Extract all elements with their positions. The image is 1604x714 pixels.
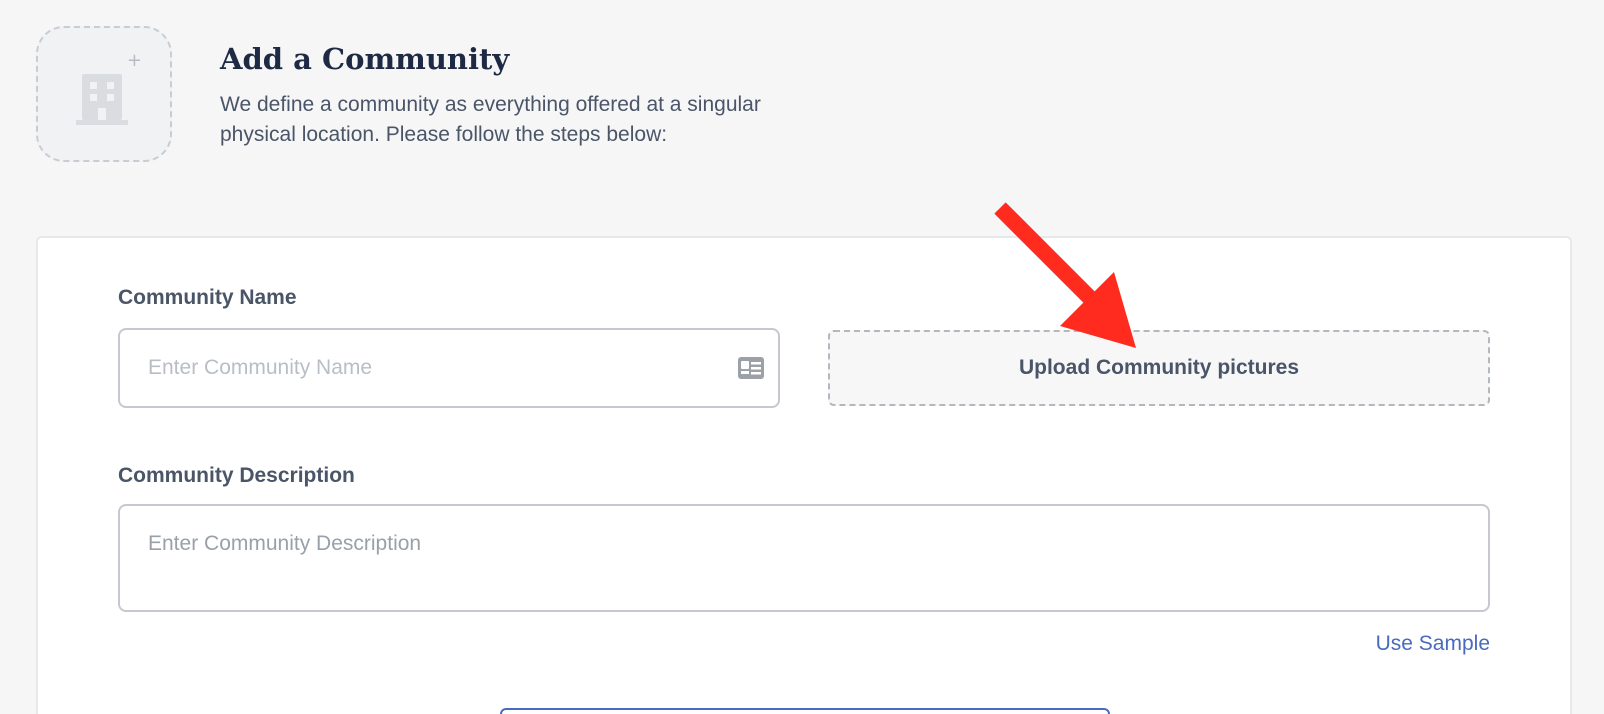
community-description-input[interactable] [120, 506, 1488, 610]
community-description-field[interactable] [118, 504, 1490, 612]
community-description-label: Community Description [118, 464, 355, 487]
building-icon [76, 74, 128, 125]
submit-button[interactable] [500, 708, 1110, 714]
id-card-icon [738, 357, 764, 379]
use-sample-link[interactable]: Use Sample [1376, 632, 1490, 656]
plus-icon: + [126, 50, 142, 71]
community-name-field[interactable] [118, 328, 780, 408]
community-name-label: Community Name [118, 286, 297, 309]
upload-pictures-button[interactable]: Upload Community pictures [828, 330, 1490, 406]
page: + Add a Community We define a community … [0, 0, 1604, 714]
community-name-input[interactable] [120, 330, 778, 406]
community-avatar-placeholder[interactable]: + [36, 26, 172, 162]
page-subtitle: We define a community as everything offe… [220, 93, 761, 146]
page-title: Add a Community [220, 42, 510, 76]
